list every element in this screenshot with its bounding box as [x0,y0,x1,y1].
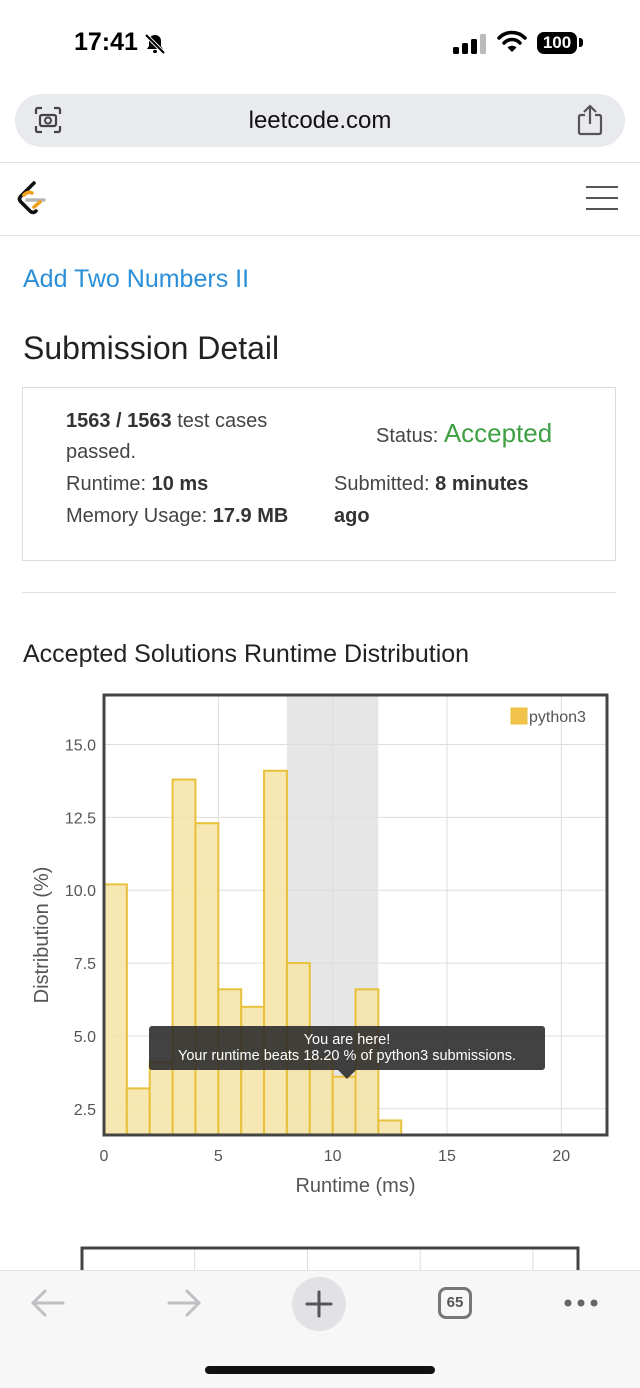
x-tick-label: 10 [324,1148,342,1165]
legend-swatch [510,707,528,725]
status-label: Status: [376,425,444,447]
y-tick-label: 7.5 [74,956,96,973]
signal-icon [453,34,486,54]
submitted-line: Submitted: 8 minutes [334,473,529,496]
cases-passed-count: 1563 / 1563 [66,410,172,432]
home-indicator [205,1366,435,1374]
submitted-value-ago: ago [334,505,370,527]
y-tick-label: 2.5 [74,1102,96,1119]
more-icon[interactable] [563,1297,599,1309]
runtime-label: Runtime: [66,473,152,495]
tooltip-line1: You are here! [303,1032,391,1048]
x-tick-label: 20 [552,1148,570,1165]
problem-title-link[interactable]: Add Two Numbers II [23,265,249,294]
address-bar[interactable]: leetcode.com [15,94,625,147]
passed-word: passed. [66,441,137,463]
url-text[interactable]: leetcode.com [15,107,625,135]
battery-icon: 100 [537,32,577,54]
section-title: Accepted Solutions Runtime Distribution [23,640,470,668]
cases-suffix: test cases [171,410,268,432]
submission-detail-box: 1563 / 1563 test cases passed. Status: A… [22,387,616,561]
tooltip-line2: Your runtime beats 18.20 % of python3 su… [178,1048,516,1064]
wifi-icon [497,30,527,52]
share-icon[interactable] [576,104,604,136]
legend-label: python3 [529,709,586,726]
memory-value: 17.9 MB [212,505,289,527]
memory-label: Memory Usage: [66,505,213,527]
runtime-value: 10 ms [151,473,209,495]
x-tick-label: 15 [438,1148,456,1165]
tooltip-arrow [338,1070,356,1079]
y-tick-label: 10.0 [65,883,96,900]
x-axis-label: Runtime (ms) [295,1175,415,1197]
new-tab-button[interactable] [292,1277,346,1331]
y-tick-label: 12.5 [65,810,96,827]
runtime-line: Runtime: 10 ms [66,473,208,496]
histogram-bar [148,1061,174,1137]
histogram-bar [331,1075,357,1136]
forward-arrow-icon[interactable] [166,1288,202,1318]
histogram-bar [125,1087,151,1136]
tabs-icon[interactable]: 65 [438,1287,472,1319]
status-bar: 17:41 100 [0,0,640,88]
leetcode-logo-icon[interactable] [16,180,48,218]
divider [0,235,640,236]
bell-slash-icon [144,33,166,55]
histogram-bar [103,883,128,1137]
x-tick-label: 0 [100,1148,109,1165]
histogram-bar [171,778,197,1136]
histogram-bar [377,1119,403,1136]
divider [0,162,640,163]
battery-tip [579,38,583,47]
runtime-distribution-chart[interactable]: 2.5 5.0 7.5 10.0 12.5 15.0 0 5 10 15 20 Runtime (ms… [0,690,640,1210]
page-title: Submission Detail [23,330,280,366]
divider [22,592,616,593]
y-axis-label: Distribution (%) [31,867,53,1004]
test-cases-line: 1563 / 1563 test cases [66,410,267,433]
y-tick-label: 5.0 [74,1029,96,1046]
memory-line: Memory Usage: 17.9 MB [66,505,288,528]
x-tick-label: 5 [214,1148,223,1165]
histogram-bar [263,769,288,1136]
submitted-label: Submitted: [334,473,436,495]
status-time: 17:41 [74,28,138,56]
submitted-value-cont: ago [334,505,370,528]
histogram-bar [194,822,220,1136]
y-tick-label: 15.0 [65,738,96,755]
status-line: Status: Accepted [376,418,552,449]
submitted-value: 8 minutes [435,473,529,495]
back-arrow-icon[interactable] [30,1288,66,1318]
plus-icon [305,1290,333,1318]
tooltip: You are here! Your runtime beats 18.20 %… [149,1026,545,1070]
hamburger-menu-icon[interactable] [586,186,618,219]
status-badge[interactable]: Accepted [444,418,552,448]
